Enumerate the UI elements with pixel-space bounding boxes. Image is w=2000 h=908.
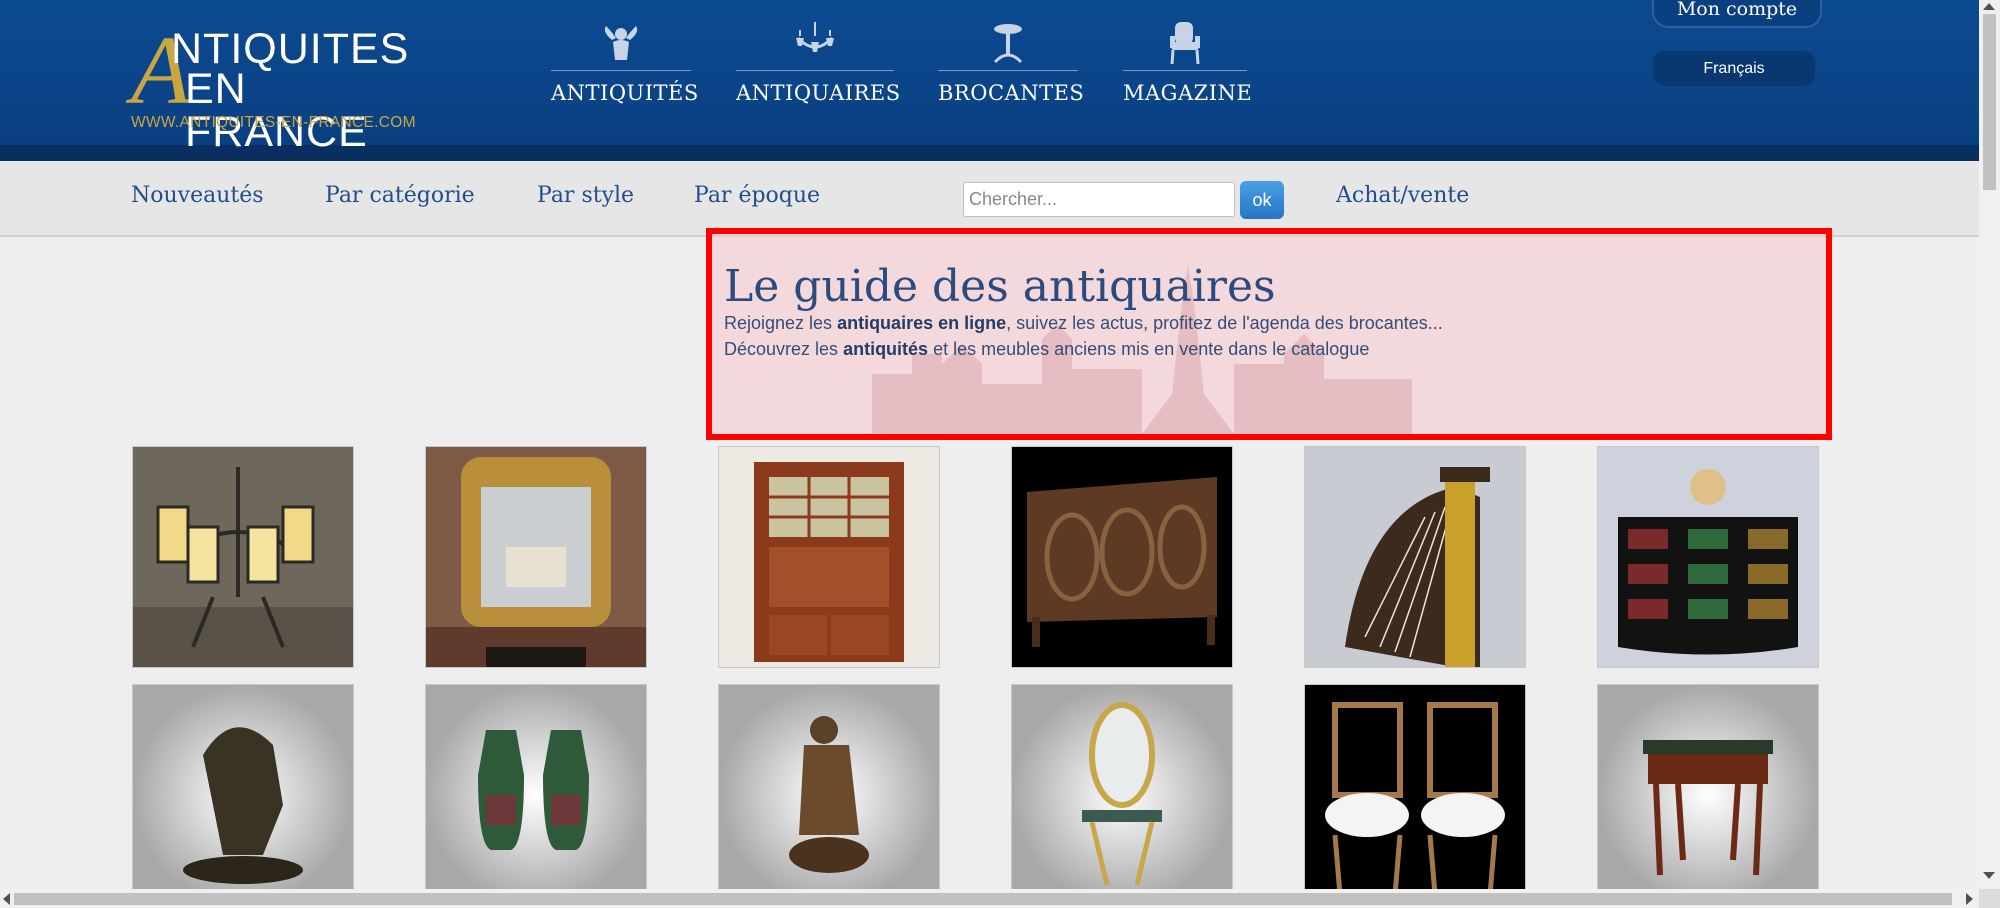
pair-of-chairs-photo — [1305, 685, 1525, 905]
side-table-photo — [1598, 685, 1818, 905]
product-tile[interactable] — [1011, 446, 1233, 668]
nav-brocantes[interactable]: BROCANTES — [938, 20, 1085, 105]
nav-label-antiquites: ANTIQUITÉS — [551, 81, 699, 105]
cherub-icon — [598, 20, 644, 66]
product-tile[interactable] — [132, 446, 354, 668]
product-tile[interactable] — [425, 446, 647, 668]
nav-magazine[interactable]: MAGAZINE — [1123, 20, 1253, 105]
site-header: A NTIQUITES EN FRANCE WWW.ANTIQUITES-EN-… — [0, 0, 1979, 161]
hero-line-2: Découvrez les antiquités et les meubles … — [724, 339, 1369, 360]
scroll-left-icon[interactable] — [3, 893, 10, 905]
product-tile[interactable] — [718, 446, 940, 668]
language-selector[interactable]: Français — [1653, 51, 1815, 86]
carved-sideboard-photo — [1012, 447, 1232, 667]
account-button[interactable]: Mon compte — [1652, 0, 1822, 28]
gilded-mirror-photo — [426, 447, 646, 667]
nav-rule — [938, 70, 1078, 71]
bookcase-globe-photo — [1598, 447, 1818, 667]
hero-line-2-pre: Découvrez les — [724, 339, 844, 359]
subnav-par-style[interactable]: Par style — [537, 183, 634, 208]
scroll-up-icon[interactable] — [1983, 3, 1995, 10]
nav-rule — [551, 70, 691, 71]
nav-label-antiquaires: ANTIQUAIRES — [736, 81, 901, 105]
horizontal-scrollbar[interactable] — [0, 889, 1979, 908]
hero-banner: Le guide des antiquaires Rejoignez les a… — [706, 228, 1832, 440]
chandelier-icon — [792, 20, 838, 66]
vertical-scrollbar[interactable] — [1979, 0, 2000, 889]
subnav-achat-vente[interactable]: Achat/vente — [1336, 183, 1469, 208]
subnav-nouveautes[interactable]: Nouveautés — [131, 183, 264, 208]
scroll-right-icon[interactable] — [1966, 893, 1973, 905]
site-logo[interactable]: A NTIQUITES EN FRANCE WWW.ANTIQUITES-EN-… — [131, 22, 441, 154]
antiquites-link[interactable]: antiquités — [843, 339, 928, 359]
secondary-nav: Nouveautés Par catégorie Par style Par é… — [0, 161, 1979, 237]
green-vases-photo — [426, 685, 646, 905]
nav-antiquites[interactable]: ANTIQUITÉS — [551, 20, 699, 105]
hero-line-2-post: et les meubles anciens mis en vente dans… — [928, 339, 1370, 359]
nav-label-magazine: MAGAZINE — [1123, 81, 1253, 105]
gueridon-table-icon — [985, 20, 1031, 66]
product-tile[interactable] — [1304, 684, 1526, 906]
golden-harp-photo — [1305, 447, 1525, 667]
bronze-horse-photo — [133, 685, 353, 905]
hero-title: Le guide des antiquaires — [724, 261, 1276, 312]
subnav-par-categorie[interactable]: Par catégorie — [325, 183, 475, 208]
scroll-down-icon[interactable] — [1983, 872, 1995, 879]
hero-line-1-pre: Rejoignez les — [724, 313, 838, 333]
scrollbar-corner — [1979, 889, 2000, 908]
search-input[interactable] — [963, 182, 1235, 217]
horizontal-scroll-thumb[interactable] — [14, 893, 1952, 905]
product-tile[interactable] — [718, 684, 940, 906]
nav-antiquaires[interactable]: ANTIQUAIRES — [736, 20, 901, 105]
subnav-par-epoque[interactable]: Par époque — [694, 183, 820, 208]
vertical-scroll-thumb[interactable] — [1983, 14, 1996, 190]
product-tile[interactable] — [1304, 446, 1526, 668]
bronze-statue-photo — [719, 685, 939, 905]
nav-rule — [1123, 70, 1247, 71]
product-tile[interactable] — [425, 684, 647, 906]
armchair-icon — [1162, 20, 1208, 66]
search-button[interactable]: ok — [1240, 181, 1284, 219]
gilt-console-mirror-photo — [1012, 685, 1232, 905]
logo-url: WWW.ANTIQUITES-EN-FRANCE.COM — [131, 114, 416, 131]
lantern-chandelier-photo — [133, 447, 353, 667]
product-tile[interactable] — [1011, 684, 1233, 906]
product-tile[interactable] — [1597, 684, 1819, 906]
secretary-desk-photo — [719, 447, 939, 667]
hero-line-1: Rejoignez les antiquaires en ligne, suiv… — [724, 313, 1443, 334]
product-tile[interactable] — [1597, 446, 1819, 668]
nav-label-brocantes: BROCANTES — [938, 81, 1085, 105]
logo-line-2: EN FRANCE — [185, 65, 368, 156]
antiquaires-link[interactable]: antiquaires en ligne — [837, 313, 1006, 333]
product-tile[interactable] — [132, 684, 354, 906]
nav-rule — [736, 70, 894, 71]
hero-line-1-post: , suivez les actus, profitez de l'agenda… — [1006, 313, 1443, 333]
